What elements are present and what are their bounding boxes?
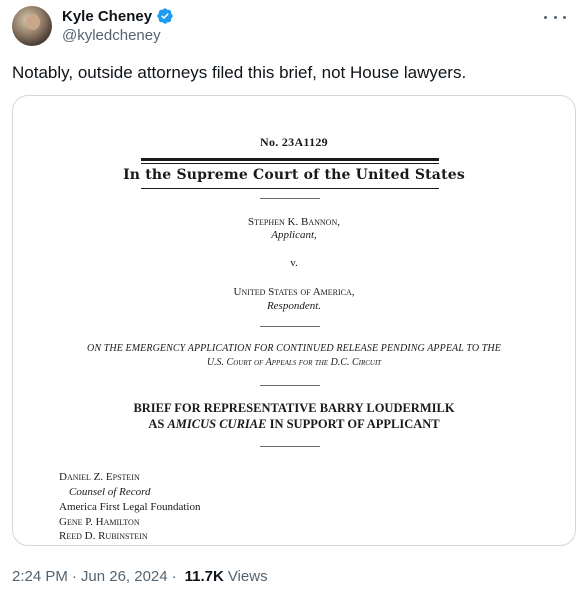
respondent-name: United States of America, [233, 286, 355, 298]
counsel-role: Counsel of Record [69, 486, 151, 498]
author-names: Kyle Cheney @kyledcheney [62, 6, 174, 44]
respondent-role: Respondent. [266, 300, 322, 312]
views-label: Views [227, 568, 268, 585]
brief-title-line-2: AS AMICUS CURIAE IN SUPPORT OF APPLICANT [13, 417, 575, 432]
court-title: In the Supreme Court of the United State… [123, 167, 465, 183]
divider [260, 446, 320, 447]
brief-title-prefix: AS [148, 417, 168, 431]
more-options-icon[interactable] [544, 8, 566, 26]
name-row: Kyle Cheney [62, 6, 174, 26]
tweet-text: Notably, outside attorneys filed this br… [12, 63, 467, 82]
divider [141, 188, 439, 189]
counsel-name: Gene P. Hamilton [59, 516, 140, 528]
display-name[interactable]: Kyle Cheney [62, 8, 152, 25]
divider [141, 163, 439, 164]
separator: · [71, 568, 77, 585]
verified-badge-icon [157, 8, 173, 24]
doc-number: No. 23A1129 [260, 135, 328, 149]
application-line-1: ON THE EMERGENCY APPLICATION FOR CONTINU… [87, 343, 501, 354]
divider [260, 198, 320, 199]
counsel-name: Daniel Z. Epstein [59, 471, 140, 483]
tweet-meta: 2:24 PM · Jun 26, 2024 · 11.7K Views [12, 568, 268, 585]
applicant-role: Applicant, [271, 229, 317, 241]
divider [141, 158, 439, 161]
brief-title-line-1: BRIEF FOR REPRESENTATIVE BARRY LOUDERMIL… [133, 401, 455, 415]
tweet-date[interactable]: Jun 26, 2024 [81, 568, 168, 585]
counsel-org: America First Legal Foundation [59, 501, 201, 513]
tweet-header: Kyle Cheney @kyledcheney [12, 6, 574, 46]
views-count[interactable]: 11.7K [185, 568, 224, 585]
avatar[interactable] [12, 6, 52, 46]
applicant-name: Stephen K. Bannon, [248, 216, 340, 228]
divider [260, 385, 320, 386]
brief-title-italic: AMICUS CURIAE [167, 417, 267, 431]
handle[interactable]: @kyledcheney [62, 27, 174, 44]
counsel-name: Reed D. Rubinstein [59, 530, 148, 542]
application-line-2: U.S. Court of Appeals for the D.C. Circu… [206, 357, 382, 368]
divider [260, 326, 320, 327]
tweet-time[interactable]: 2:24 PM [12, 568, 68, 585]
media-image[interactable]: No. 23A1129 In the Supreme Court of the … [12, 95, 576, 546]
legal-document: No. 23A1129 In the Supreme Court of the … [13, 96, 575, 545]
brief-title-suffix: IN SUPPORT OF APPLICANT [266, 417, 440, 431]
versus: v. [290, 257, 298, 269]
separator: · [171, 568, 177, 585]
